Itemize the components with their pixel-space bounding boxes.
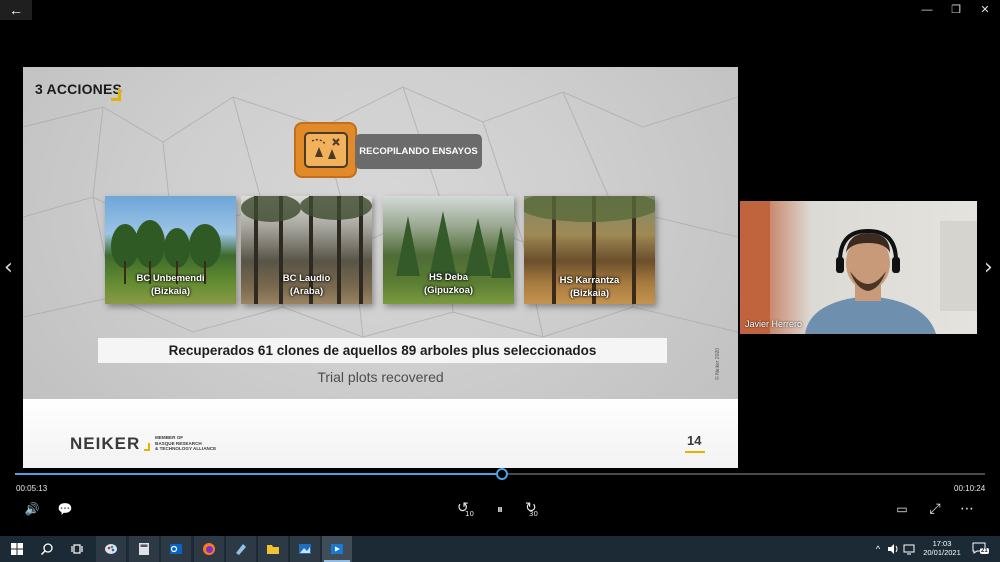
elapsed-time: 00:05:13 (16, 484, 48, 493)
neiker-logo: NEIKER (70, 434, 141, 453)
tray-chevron-icon[interactable]: ^ (873, 544, 883, 554)
volume-icon[interactable]: 🔊 (23, 502, 41, 516)
photo-hs-karrantza: HS Karrantza (Bizkaia) (524, 196, 655, 304)
taskbar-app-file-explorer[interactable] (258, 536, 288, 562)
page-number-underline (685, 451, 705, 453)
forward-30-button[interactable]: ↻ 30 (523, 500, 543, 520)
speaker-name: Javier Herrero (745, 319, 803, 329)
movies-tv-icon (331, 544, 343, 554)
back-button[interactable]: ← (0, 0, 32, 20)
paint-icon (105, 544, 117, 554)
photo-label: BC Unbemendi (Bizkaia) (136, 273, 205, 297)
logo-tagline: MEMBER OF BASQUE RESEARCH & TECHNOLOGY A… (155, 435, 217, 452)
pause-button[interactable]: ⏸ (491, 502, 509, 517)
total-time: 00:10:24 (954, 484, 986, 493)
search-icon (40, 543, 53, 556)
photo-bc-laudio: BC Laudio (Araba) (241, 196, 372, 304)
slide-page-number: 14 (687, 433, 702, 448)
tray-clock[interactable]: 17:03 20/01/2021 (918, 539, 966, 557)
back-arrow-icon: ← (9, 2, 23, 18)
minimize-button[interactable]: — (912, 0, 942, 20)
outlook-icon (170, 544, 182, 554)
calculator-icon (139, 543, 149, 555)
photo-label: HS Deba (Gipuzkoa) (423, 272, 474, 296)
taskbar-app-notes[interactable] (226, 536, 256, 562)
taskbar-app-paint[interactable] (96, 536, 126, 562)
photos-icon (299, 544, 311, 554)
taskbar-app-movies-tv[interactable] (322, 536, 352, 562)
folder-icon (267, 545, 279, 554)
taskbar-app-firefox[interactable] (194, 536, 224, 562)
speaker-tray-icon[interactable] (887, 543, 899, 555)
fullscreen-icon[interactable]: ⤢ (926, 501, 944, 517)
photo-label: HS Karrantza (Bizkaia) (559, 275, 620, 299)
taskbar-app-photos[interactable] (290, 536, 320, 562)
rewind-10-button[interactable]: ↺ 10 (457, 500, 477, 520)
mini-view-icon[interactable]: ▭ (893, 502, 911, 516)
treasure-map-icon (294, 122, 357, 178)
start-button[interactable] (2, 536, 32, 562)
speaker-webcam: Javier Herrero (740, 201, 977, 334)
seek-bar-progress (15, 473, 502, 475)
tray-time: 17:03 (932, 539, 952, 548)
presentation-slide: 3 ACCIONES RECOPILANDO ENSAYOS BC Unbeme… (23, 67, 738, 468)
photo-hs-deba: HS Deba (Gipuzkoa) (383, 196, 514, 304)
more-options-icon[interactable]: ⋯ (958, 501, 976, 517)
copyright-text: © Neiker 2020 (715, 347, 721, 380)
next-arrow-icon[interactable]: › (984, 255, 993, 280)
firefox-icon (203, 543, 215, 555)
search-button[interactable] (32, 536, 62, 562)
photo-bc-unbemendi: BC Unbemendi (Bizkaia) (105, 196, 236, 304)
windows-logo-icon (11, 543, 23, 555)
slide-footer: NEIKER MEMBER OF BASQUE RESEARCH & TECHN… (23, 399, 738, 468)
clones-summary-text: Recuperados 61 clones de aquellos 89 arb… (98, 338, 667, 363)
windows-taskbar: ^ 17:03 20/01/2021 21 (0, 536, 1000, 562)
seek-bar-thumb[interactable] (495, 468, 508, 480)
network-tray-icon[interactable] (903, 543, 915, 555)
notification-count-badge: 21 (980, 548, 989, 554)
taskbar-app-calculator[interactable] (129, 536, 159, 562)
speaker-avatar (740, 201, 977, 334)
taskbar-app-outlook[interactable] (161, 536, 191, 562)
tray-date: 20/01/2021 (923, 548, 961, 557)
logo-corner-accent (144, 443, 150, 451)
notification-center-button[interactable]: 21 (972, 541, 992, 557)
movies-and-tv-player-window: ← — ❐ ✕ ‹ › 3 ACCIONES RECOPILANDO ENSAY… (0, 0, 1000, 562)
trial-plots-text: Trial plots recovered (317, 369, 444, 385)
slide-heading: 3 ACCIONES (35, 81, 123, 97)
task-view-button[interactable] (62, 536, 92, 562)
notes-icon (236, 544, 246, 555)
heading-corner-accent (111, 89, 121, 101)
photo-label: BC Laudio (Araba) (282, 273, 331, 297)
close-button[interactable]: ✕ (970, 0, 1000, 20)
maximize-button[interactable]: ❐ (941, 0, 971, 20)
previous-arrow-icon[interactable]: ‹ (4, 255, 13, 280)
captions-icon[interactable]: 💬 (56, 502, 74, 516)
section-label: RECOPILANDO ENSAYOS (355, 134, 482, 169)
task-view-icon (71, 544, 83, 554)
